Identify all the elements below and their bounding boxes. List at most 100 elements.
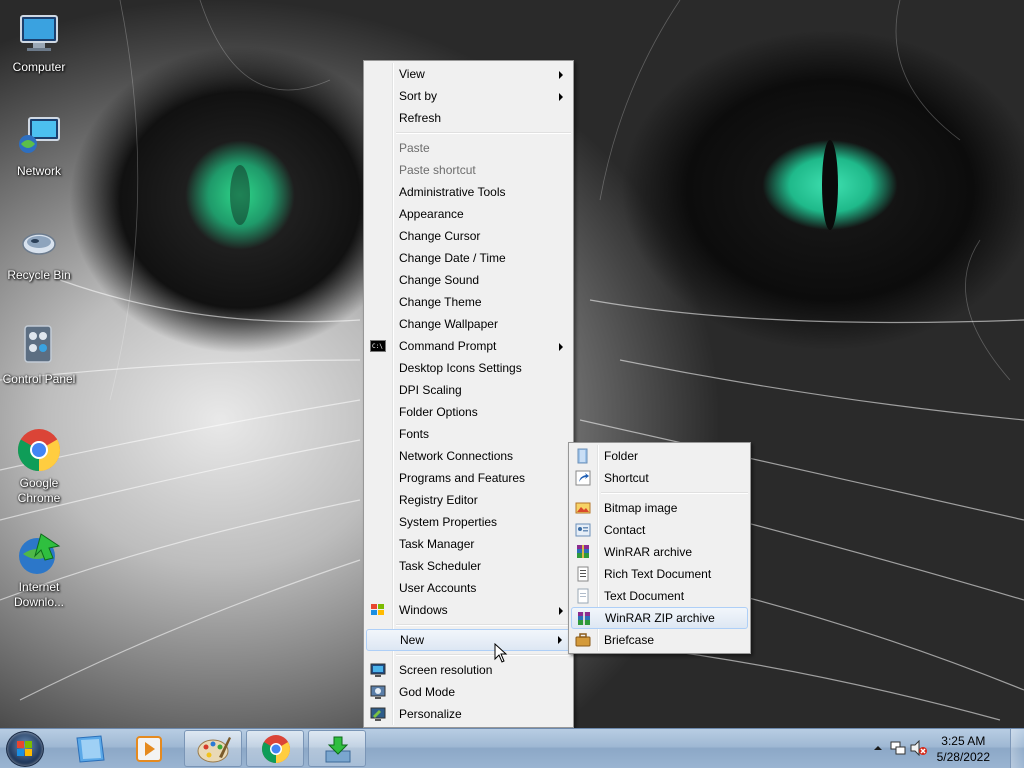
desktop-icon-label: Network <box>16 164 61 178</box>
menu-item-label: God Mode <box>399 685 456 699</box>
menu-item-task-scheduler[interactable]: Task Scheduler <box>366 555 571 577</box>
taskbar-file-explorer[interactable] <box>62 730 120 767</box>
menu-item-change-wallpaper[interactable]: Change Wallpaper <box>366 313 571 335</box>
clock[interactable]: 3:25 AM 5/28/2022 <box>937 733 990 765</box>
menu-item-change-theme[interactable]: Change Theme <box>366 291 571 313</box>
desktop-icon-google-chrome[interactable]: Google Chrome <box>0 426 78 506</box>
menu-item-new-shortcut[interactable]: Shortcut <box>571 467 748 489</box>
menu-item-label: WinRAR archive <box>604 545 693 559</box>
menu-item-label: Windows <box>399 603 448 617</box>
menu-item-windows[interactable]: Windows <box>366 599 571 621</box>
clock-date: 5/28/2022 <box>936 750 990 764</box>
menu-item-new-winrar-archive[interactable]: WinRAR archive <box>571 541 748 563</box>
control-panel-icon <box>24 325 52 363</box>
menu-item-new-rich-text-document[interactable]: Rich Text Document <box>571 563 748 585</box>
winrar-archive-icon <box>577 545 589 558</box>
menu-item-system-properties[interactable]: System Properties <box>366 511 571 533</box>
menu-item-view[interactable]: View <box>366 63 571 85</box>
menu-item-screen-resolution[interactable]: Screen resolution <box>366 659 571 681</box>
new-submenu: Folder Shortcut Bitmap image Contact Win… <box>568 442 751 654</box>
menu-item-label: Sort by <box>399 89 438 103</box>
menu-item-label: Personalize <box>399 707 462 721</box>
menu-item-task-manager[interactable]: Task Manager <box>366 533 571 555</box>
show-hidden-icons-chevron-icon[interactable] <box>874 744 882 752</box>
desktop-icon-label: Recycle Bin <box>7 268 71 282</box>
taskbar: 3:25 AM 5/28/2022 <box>0 728 1024 768</box>
file-explorer-icon <box>76 735 105 763</box>
menu-item-label: Task Manager <box>399 537 475 551</box>
show-desktop-button[interactable] <box>1010 729 1024 768</box>
volume-muted-icon[interactable] <box>910 740 928 756</box>
desktop-icon-network[interactable]: Network <box>0 114 78 179</box>
menu-item-user-accounts[interactable]: User Accounts <box>366 577 571 599</box>
screen-resolution-icon <box>370 663 386 677</box>
start-button[interactable] <box>6 731 44 767</box>
submenu-arrow-icon <box>559 607 563 615</box>
shortcut-icon <box>575 470 591 486</box>
menu-item-new-folder[interactable]: Folder <box>571 445 748 467</box>
chrome-icon <box>17 429 61 471</box>
chrome-icon <box>262 735 290 763</box>
menu-item-label: Programs and Features <box>399 471 526 485</box>
menu-item-new-briefcase[interactable]: Briefcase <box>571 629 748 651</box>
paint-icon <box>197 737 231 763</box>
mouse-cursor-icon <box>494 643 508 663</box>
clock-time: 3:25 AM <box>941 734 986 748</box>
menu-item-paste: Paste <box>366 137 571 159</box>
menu-item-label: Refresh <box>399 111 442 125</box>
taskbar-media-player[interactable] <box>122 730 180 767</box>
network-tray-icon[interactable] <box>890 740 906 756</box>
menu-item-administrative-tools[interactable]: Administrative Tools <box>366 181 571 203</box>
menu-item-new-bitmap-image[interactable]: Bitmap image <box>571 497 748 519</box>
network-icon <box>19 117 60 153</box>
taskbar-chrome[interactable] <box>246 730 304 767</box>
menu-item-label: Registry Editor <box>399 493 478 507</box>
menu-item-label: Shortcut <box>604 471 649 485</box>
menu-item-god-mode[interactable]: God Mode <box>366 681 571 703</box>
taskbar-download-manager[interactable] <box>308 730 366 767</box>
system-tray: 3:25 AM 5/28/2022 <box>864 729 1024 768</box>
menu-item-new[interactable]: New <box>366 629 571 651</box>
menu-item-label: Change Sound <box>399 273 480 287</box>
menu-item-desktop-icons-settings[interactable]: Desktop Icons Settings <box>366 357 571 379</box>
svg-text:C:\: C:\ <box>372 343 383 350</box>
menu-item-label: Bitmap image <box>604 501 678 515</box>
recycle-bin-icon <box>22 233 56 255</box>
command-prompt-icon: C:\ <box>370 340 386 352</box>
menu-item-folder-options[interactable]: Folder Options <box>366 401 571 423</box>
desktop-icon-control-panel[interactable]: Control Panel <box>0 322 78 387</box>
menu-item-change-date-time[interactable]: Change Date / Time <box>366 247 571 269</box>
submenu-arrow-icon <box>559 71 563 79</box>
desktop-icon-recycle-bin[interactable]: Recycle Bin <box>0 218 78 283</box>
menu-separator <box>396 129 571 137</box>
menu-item-label: Paste shortcut <box>399 163 476 177</box>
menu-item-label: DPI Scaling <box>399 383 462 397</box>
menu-item-appearance[interactable]: Appearance <box>366 203 571 225</box>
menu-item-label: New <box>400 633 425 647</box>
taskbar-paint[interactable] <box>184 730 242 767</box>
menu-item-command-prompt[interactable]: C:\ Command Prompt <box>366 335 571 357</box>
desktop-icon-internet-download-manager[interactable]: Internet Downlo... <box>0 530 78 610</box>
menu-item-label: Text Document <box>604 589 685 603</box>
menu-item-network-connections[interactable]: Network Connections <box>366 445 571 467</box>
menu-item-change-cursor[interactable]: Change Cursor <box>366 225 571 247</box>
briefcase-icon <box>575 633 591 647</box>
submenu-arrow-icon <box>558 636 562 644</box>
menu-item-new-winrar-zip-archive[interactable]: WinRAR ZIP archive <box>571 607 748 629</box>
menu-item-label: User Accounts <box>399 581 477 595</box>
menu-item-programs-and-features[interactable]: Programs and Features <box>366 467 571 489</box>
desktop-context-menu: View Sort by Refresh Paste Paste shortcu… <box>363 60 574 728</box>
menu-separator <box>601 489 748 497</box>
menu-item-registry-editor[interactable]: Registry Editor <box>366 489 571 511</box>
menu-item-dpi-scaling[interactable]: DPI Scaling <box>366 379 571 401</box>
menu-item-refresh[interactable]: Refresh <box>366 107 571 129</box>
menu-item-change-sound[interactable]: Change Sound <box>366 269 571 291</box>
desktop-icon-label: Internet Downlo... <box>13 580 65 609</box>
desktop-icon-computer[interactable]: Computer <box>0 10 78 75</box>
menu-item-fonts[interactable]: Fonts <box>366 423 571 445</box>
menu-item-new-text-document[interactable]: Text Document <box>571 585 748 607</box>
menu-item-new-contact[interactable]: Contact <box>571 519 748 541</box>
menu-item-personalize[interactable]: Personalize <box>366 703 571 725</box>
menu-item-sort-by[interactable]: Sort by <box>366 85 571 107</box>
menu-item-label: Folder Options <box>399 405 478 419</box>
